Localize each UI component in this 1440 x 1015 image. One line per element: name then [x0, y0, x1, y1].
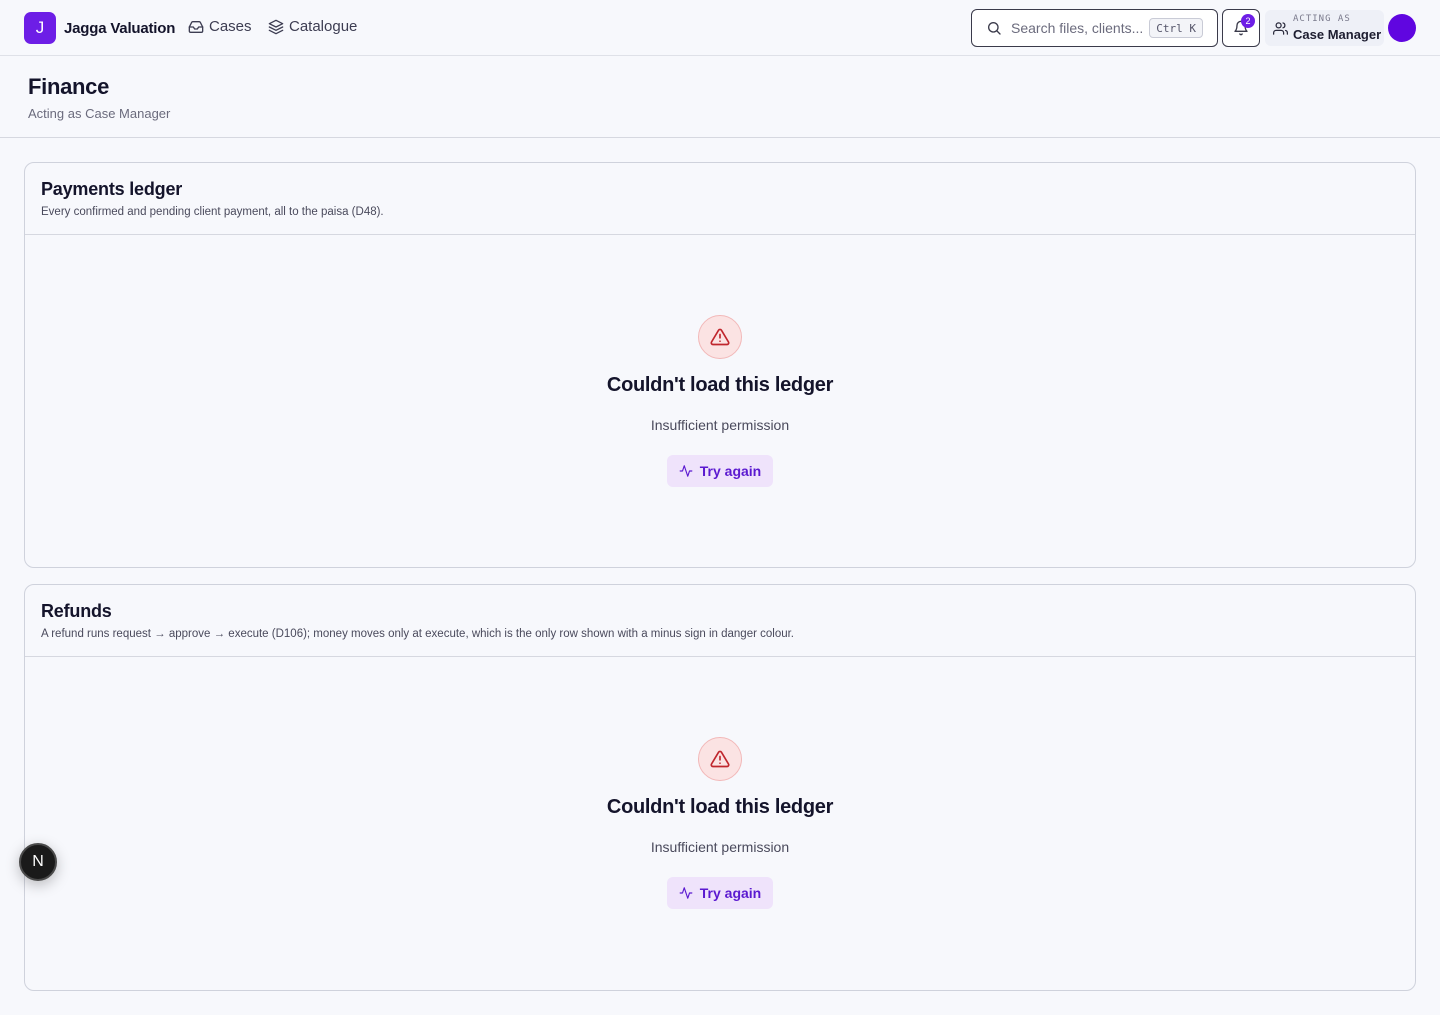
try-again-label: Try again	[699, 463, 762, 479]
card-description: Every confirmed and pending client payme…	[41, 206, 384, 218]
page-header: Finance Acting as Case Manager	[0, 56, 1440, 138]
page-title: Finance	[28, 74, 110, 99]
search-placeholder: Search files, clients...	[1011, 20, 1144, 36]
page-subtitle: Acting as Case Manager	[28, 106, 171, 121]
card-title: Payments ledger	[41, 179, 183, 199]
error-title: Couldn't load this ledger	[606, 796, 834, 818]
brand-logo: J	[24, 12, 56, 44]
brand[interactable]: J Jagga Valuation	[24, 12, 175, 44]
acting-as-switcher[interactable]: ACTING AS Case Manager	[1265, 10, 1384, 46]
warning-icon	[698, 315, 742, 359]
card-title: Refunds	[41, 601, 112, 621]
acting-as-label: ACTING AS	[1293, 14, 1351, 24]
acting-as-role: Case Manager	[1293, 27, 1382, 42]
users-icon	[1273, 22, 1288, 35]
inbox-icon	[188, 20, 204, 33]
error-state: Couldn't load this ledger Insufficient p…	[25, 235, 1415, 567]
dev-tools-badge[interactable]: N	[19, 843, 57, 881]
try-again-button[interactable]: Try again	[667, 877, 773, 909]
try-again-button[interactable]: Try again	[667, 455, 773, 487]
brand-name: Jagga Valuation	[64, 19, 176, 37]
search-input[interactable]: Search files, clients... Ctrl K	[971, 9, 1218, 47]
refunds-card: Refunds A refund runs request → approve …	[24, 584, 1416, 991]
top-bar: J Jagga Valuation Cases Catalogue Search…	[0, 0, 1440, 56]
notification-count-badge: 2	[1241, 14, 1255, 28]
layers-icon	[268, 19, 284, 34]
nav-catalogue[interactable]: Catalogue	[268, 18, 357, 35]
error-state: Couldn't load this ledger Insufficient p…	[25, 657, 1415, 990]
search-icon	[988, 22, 1001, 35]
nav-cases[interactable]: Cases	[188, 18, 252, 35]
error-title: Couldn't load this ledger	[606, 374, 834, 396]
card-header: Payments ledger Every confirmed and pend…	[25, 163, 1415, 235]
card-description: A refund runs request → approve → execut…	[41, 628, 794, 640]
nav-cases-label: Cases	[209, 18, 252, 35]
avatar[interactable]	[1388, 14, 1416, 42]
payments-ledger-card: Payments ledger Every confirmed and pend…	[24, 162, 1416, 568]
search-shortcut: Ctrl K	[1149, 18, 1203, 38]
nav-catalogue-label: Catalogue	[289, 18, 358, 35]
warning-icon	[698, 737, 742, 781]
card-header: Refunds A refund runs request → approve …	[25, 585, 1415, 657]
activity-icon	[679, 887, 693, 899]
activity-icon	[679, 465, 693, 477]
notifications-button[interactable]: 2	[1222, 9, 1260, 47]
error-reason: Insufficient permission	[650, 839, 790, 855]
try-again-label: Try again	[699, 885, 762, 901]
error-reason: Insufficient permission	[650, 417, 790, 433]
